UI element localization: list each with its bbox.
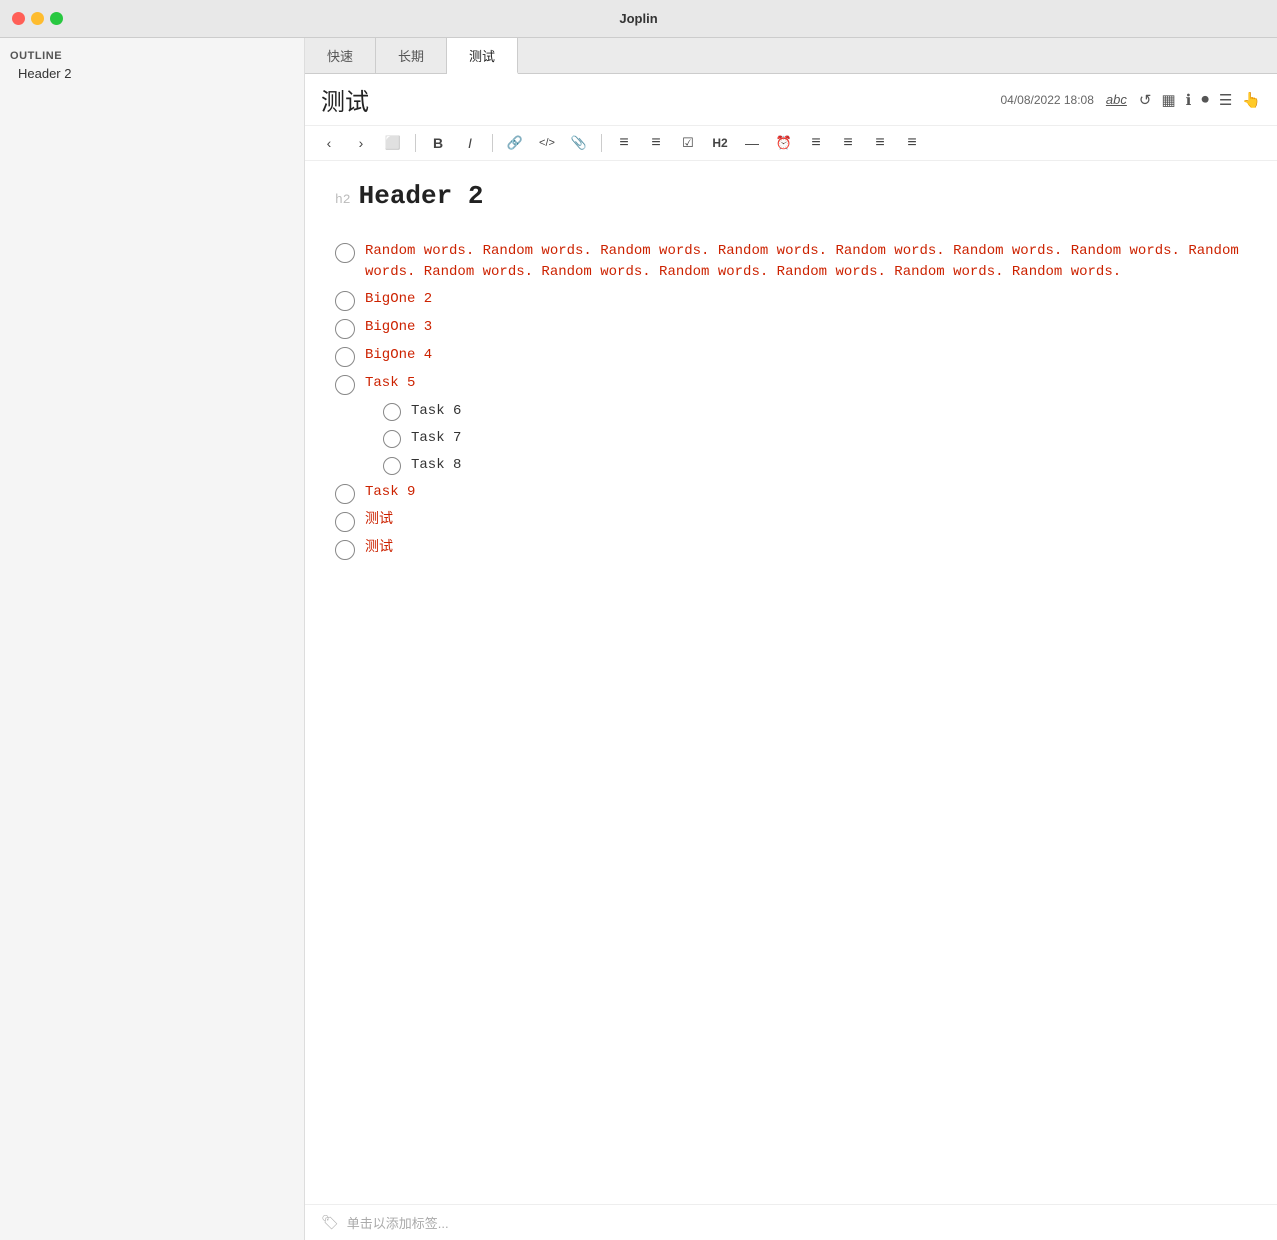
minimize-button[interactable] <box>31 12 44 25</box>
task-checkbox-task6[interactable] <box>383 403 401 421</box>
task-checkbox-random[interactable] <box>335 243 355 263</box>
tab-longterm[interactable]: 长期 <box>376 38 447 73</box>
h2-button[interactable]: H2 <box>706 130 734 156</box>
check-list-button[interactable]: ☑ <box>674 130 702 156</box>
task-item-bigone2: BigOne 2 <box>335 289 1247 311</box>
task-item-task8: Task 8 <box>383 455 1247 476</box>
task-checkbox-bigone2[interactable] <box>335 291 355 311</box>
outline-panel: OUTLINE Header 2 <box>0 38 305 1240</box>
task-item-task9: Task 9 <box>335 482 1247 504</box>
task-checkbox-ceshi2[interactable] <box>335 540 355 560</box>
task-item-task7: Task 7 <box>383 428 1247 449</box>
titlebar: Joplin <box>0 0 1277 38</box>
attach-button[interactable]: 📎 <box>565 130 593 156</box>
traffic-lights <box>12 12 63 25</box>
note-meta-icons: ↺ ▦ ℹ ⏺ ☰ 👆 <box>1139 91 1261 109</box>
main-layout: OUTLINE Header 2 快速 长期 测试 测试 04/08/2022 … <box>0 38 1277 1240</box>
note-datetime: 04/08/2022 18:08 <box>1000 93 1093 107</box>
align-center-button[interactable]: ≡ <box>834 130 862 156</box>
task-checkbox-task9[interactable] <box>335 484 355 504</box>
task-checkbox-bigone4[interactable] <box>335 347 355 367</box>
note-meta: 04/08/2022 18:08 abc ↺ ▦ ℹ ⏺ ☰ 👆 <box>1000 91 1261 109</box>
task-text-bigone2: BigOne 2 <box>365 289 432 310</box>
tab-test[interactable]: 测试 <box>447 38 518 74</box>
italic-button[interactable]: I <box>456 130 484 156</box>
record-icon[interactable]: ⏺ <box>1201 91 1209 108</box>
layout-icon[interactable]: ▦ <box>1161 91 1175 109</box>
content-area: 快速 长期 测试 测试 04/08/2022 18:08 abc ↺ ▦ ℹ ⏺… <box>305 38 1277 1240</box>
task-checkbox-task8[interactable] <box>383 457 401 475</box>
tag-icon: 🏷 <box>321 1214 339 1231</box>
more-format-button[interactable]: ≡ <box>898 130 926 156</box>
h2-heading-text: Header 2 <box>359 181 484 211</box>
task-item-bigone3: BigOne 3 <box>335 317 1247 339</box>
task-checkbox-task7[interactable] <box>383 430 401 448</box>
fullscreen-button[interactable] <box>50 12 63 25</box>
hr-button[interactable]: — <box>738 130 766 156</box>
outline-label: OUTLINE <box>10 50 294 62</box>
task-item-ceshi1: 测试 <box>335 510 1247 532</box>
history-icon[interactable]: ↺ <box>1139 91 1152 109</box>
tabs-bar: 快速 长期 测试 <box>305 38 1277 74</box>
task-text-ceshi2: 测试 <box>365 538 393 559</box>
task-list: Random words. Random words. Random words… <box>335 241 1247 560</box>
bold-button[interactable]: B <box>424 130 452 156</box>
task-text-random: Random words. Random words. Random words… <box>365 241 1247 283</box>
align-right-button[interactable]: ≡ <box>866 130 894 156</box>
task-item-task5: Task 5 <box>335 373 1247 395</box>
task-text-task5: Task 5 <box>365 373 415 394</box>
task-checkbox-ceshi1[interactable] <box>335 512 355 532</box>
task-item-random: Random words. Random words. Random words… <box>335 241 1247 283</box>
back-button[interactable]: ‹ <box>315 130 343 156</box>
tag-placeholder[interactable]: 单击以添加标签... <box>347 1213 449 1232</box>
forward-button[interactable]: › <box>347 130 375 156</box>
task-checkbox-bigone3[interactable] <box>335 319 355 339</box>
link-button[interactable]: 🔗 <box>501 130 529 156</box>
task-text-task9: Task 9 <box>365 482 415 503</box>
task-text-bigone4: BigOne 4 <box>365 345 432 366</box>
task-text-task8: Task 8 <box>411 455 461 476</box>
editor-content: h2 Header 2 Random words. Random words. … <box>305 161 1277 1204</box>
task-text-ceshi1: 测试 <box>365 510 393 531</box>
task-text-task7: Task 7 <box>411 428 461 449</box>
task-item-task6: Task 6 <box>383 401 1247 422</box>
more-icon[interactable]: 👆 <box>1242 91 1261 109</box>
separator-3 <box>601 134 602 152</box>
num-list-button[interactable]: ≡ <box>642 130 670 156</box>
info-icon[interactable]: ℹ <box>1186 91 1192 109</box>
note-title: 测试 <box>321 82 369 117</box>
task-checkbox-task5[interactable] <box>335 375 355 395</box>
h2-label: h2 <box>335 192 351 207</box>
app-title: Joplin <box>619 11 657 26</box>
code-button[interactable]: </> <box>533 130 561 156</box>
task-item-ceshi2: 测试 <box>335 538 1247 560</box>
tag-bar[interactable]: 🏷 单击以添加标签... <box>305 1204 1277 1240</box>
task-item-bigone4: BigOne 4 <box>335 345 1247 367</box>
spell-check-icon[interactable]: abc <box>1106 92 1127 107</box>
outline-header2-item[interactable]: Header 2 <box>10 66 294 81</box>
separator-1 <box>415 134 416 152</box>
task-text-task6: Task 6 <box>411 401 461 422</box>
editor-toolbar: ‹ › ⬜ B I 🔗 </> 📎 ≡ ≡ ☑ H2 — ⏰ ≡ ≡ ≡ ≡ <box>305 126 1277 161</box>
bullet-list-button[interactable]: ≡ <box>610 130 638 156</box>
h2-heading-row: h2 Header 2 <box>335 181 1247 211</box>
open-button[interactable]: ⬜ <box>379 130 407 156</box>
list-icon[interactable]: ☰ <box>1219 91 1232 109</box>
close-button[interactable] <box>12 12 25 25</box>
task-text-bigone3: BigOne 3 <box>365 317 432 338</box>
separator-2 <box>492 134 493 152</box>
tab-quick[interactable]: 快速 <box>305 38 376 73</box>
align-left-button[interactable]: ≡ <box>802 130 830 156</box>
note-header: 测试 04/08/2022 18:08 abc ↺ ▦ ℹ ⏺ ☰ 👆 <box>305 74 1277 126</box>
clock-button[interactable]: ⏰ <box>770 130 798 156</box>
